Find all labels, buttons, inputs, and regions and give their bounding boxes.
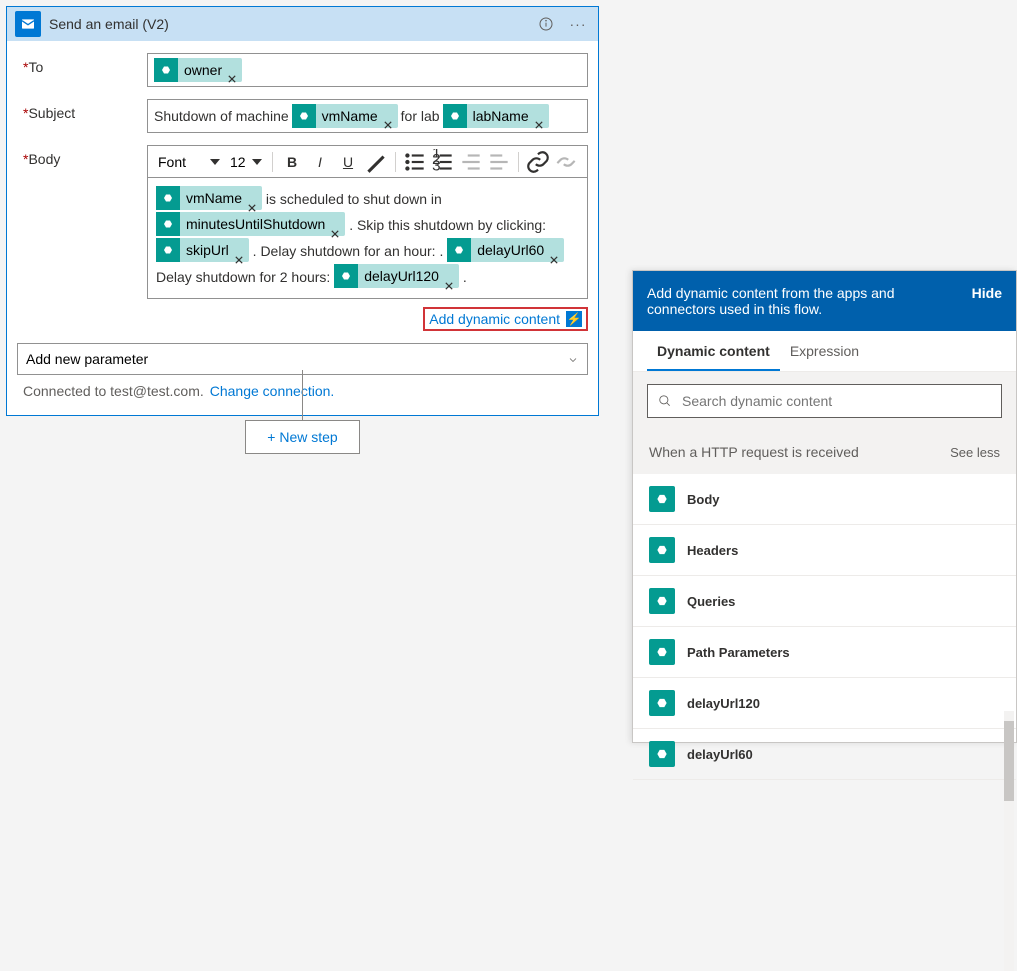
subject-label: *Subject (17, 99, 147, 121)
color-button[interactable] (363, 149, 389, 175)
dynamic-token-icon (443, 104, 467, 128)
remove-token-icon[interactable] (235, 246, 243, 254)
subject-row: *Subject Shutdown of machine vmName for … (17, 93, 588, 139)
token-vmname[interactable]: vmName (292, 104, 398, 128)
items-list: Body Headers Queries Path Parameters delayUr… (633, 474, 1016, 780)
panel-tabs: Dynamic content Expression (633, 331, 1016, 372)
remove-token-icon[interactable] (535, 112, 543, 120)
italic-button[interactable]: I (307, 149, 333, 175)
font-select[interactable]: Font (154, 154, 224, 170)
token-delay60[interactable]: delayUrl60 (447, 238, 564, 262)
lightning-icon[interactable]: ⚡ (566, 311, 582, 327)
item-label: delayUrl120 (687, 696, 760, 711)
link-button[interactable] (525, 149, 551, 175)
list-item[interactable]: Queries (633, 576, 1016, 627)
item-label: delayUrl60 (687, 747, 753, 762)
dynamic-token-icon (292, 104, 316, 128)
tab-expression[interactable]: Expression (780, 331, 869, 371)
dynamic-token-icon (156, 238, 180, 262)
item-label: Headers (687, 543, 738, 558)
to-row: *To owner (17, 47, 588, 93)
token-delay120[interactable]: delayUrl120 (334, 264, 459, 288)
rich-text-toolbar: Font 12 B I U 123 (147, 145, 588, 177)
list-item[interactable]: Path Parameters (633, 627, 1016, 678)
size-select[interactable]: 12 (226, 154, 266, 170)
underline-button[interactable]: U (335, 149, 361, 175)
item-label: Queries (687, 594, 735, 609)
to-field[interactable]: owner (147, 53, 588, 87)
dynamic-content-link-row: Add dynamic content ⚡ (17, 305, 588, 339)
dynamic-token-icon (447, 238, 471, 262)
dynamic-token-icon (649, 741, 675, 767)
dynamic-token-icon (649, 690, 675, 716)
remove-token-icon[interactable] (445, 272, 453, 280)
list-item[interactable]: Body (633, 474, 1016, 525)
card-title: Send an email (V2) (49, 16, 526, 32)
info-icon[interactable] (534, 12, 558, 36)
dynamic-token-icon (156, 186, 180, 210)
item-label: Body (687, 492, 720, 507)
card-body: *To owner *Subject Shutdown of machine v… (7, 41, 598, 415)
new-step-button[interactable]: + New step (245, 420, 360, 454)
body-label: *Body (17, 145, 147, 167)
outdent-button[interactable] (458, 149, 484, 175)
remove-token-icon[interactable] (228, 66, 236, 74)
search-input[interactable] (682, 393, 991, 409)
remove-token-icon[interactable] (384, 112, 392, 120)
bold-button[interactable]: B (279, 149, 305, 175)
search-icon (658, 394, 672, 408)
token-minutes[interactable]: minutesUntilShutdown (156, 212, 345, 236)
action-card: Send an email (V2) ··· *To owner *Subjec… (6, 6, 599, 416)
unlink-button[interactable] (553, 149, 579, 175)
body-editor[interactable]: vmName is scheduled to shut down in minu… (147, 177, 588, 299)
panel-header: Add dynamic content from the apps and co… (633, 271, 1016, 331)
more-menu-icon[interactable]: ··· (566, 12, 590, 36)
add-dynamic-content-link[interactable]: Add dynamic content (429, 311, 560, 327)
dynamic-token-icon (649, 588, 675, 614)
subject-field[interactable]: Shutdown of machine vmName for lab labNa… (147, 99, 588, 133)
tab-dynamic-content[interactable]: Dynamic content (647, 331, 780, 371)
scrollbar[interactable] (1004, 711, 1014, 971)
indent-button[interactable] (486, 149, 512, 175)
token-owner[interactable]: owner (154, 58, 242, 82)
dynamic-content-panel: Add dynamic content from the apps and co… (632, 270, 1017, 743)
dynamic-token-icon (334, 264, 358, 288)
remove-token-icon[interactable] (331, 220, 339, 228)
bullet-list-button[interactable] (402, 149, 428, 175)
token-vmname[interactable]: vmName (156, 186, 262, 210)
list-item[interactable]: delayUrl60 (633, 729, 1016, 780)
to-label: *To (17, 53, 147, 75)
outlook-icon (15, 11, 41, 37)
connector-line (302, 370, 303, 420)
token-labname[interactable]: labName (443, 104, 549, 128)
dynamic-token-icon (649, 537, 675, 563)
dynamic-token-icon (156, 212, 180, 236)
see-less-link[interactable]: See less (950, 445, 1000, 460)
body-row: *Body Font 12 B I U 123 (17, 139, 588, 305)
svg-text:3: 3 (432, 157, 440, 174)
token-skipurl[interactable]: skipUrl (156, 238, 249, 262)
dynamic-token-icon (649, 486, 675, 512)
search-box[interactable] (647, 384, 1002, 418)
list-item[interactable]: delayUrl120 (633, 678, 1016, 729)
search-wrap (633, 372, 1016, 430)
highlight-box: Add dynamic content ⚡ (423, 307, 588, 331)
change-connection-link[interactable]: Change connection. (210, 383, 335, 399)
hide-panel-button[interactable]: Hide (972, 285, 1002, 317)
group-header: When a HTTP request is received See less (633, 430, 1016, 474)
item-label: Path Parameters (687, 645, 790, 660)
list-item[interactable]: Headers (633, 525, 1016, 576)
remove-token-icon[interactable] (248, 194, 256, 202)
dynamic-token-icon (649, 639, 675, 665)
scrollbar-thumb[interactable] (1004, 721, 1014, 801)
dynamic-token-icon (154, 58, 178, 82)
card-header: Send an email (V2) ··· (7, 7, 598, 41)
number-list-button[interactable]: 123 (430, 149, 456, 175)
remove-token-icon[interactable] (550, 246, 558, 254)
chevron-down-icon (567, 353, 579, 365)
